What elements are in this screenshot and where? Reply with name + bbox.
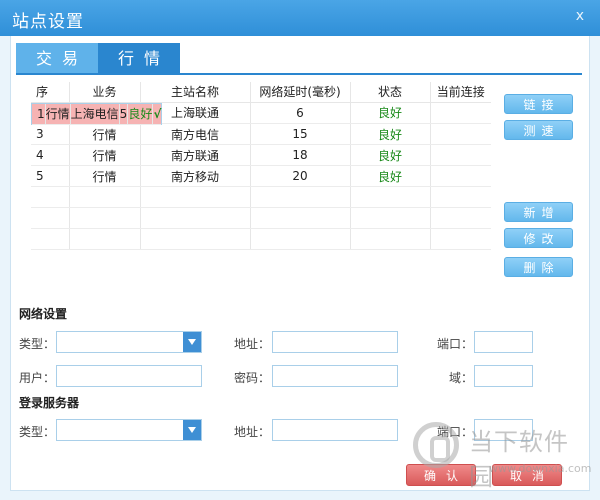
speedtest-button[interactable]: 测速 xyxy=(504,120,573,140)
edit-button[interactable]: 修改 xyxy=(504,228,573,248)
cell-status: 良好 xyxy=(350,123,431,145)
login-address-label: 地址： xyxy=(234,425,271,439)
cell-business: 行情 xyxy=(69,165,141,187)
cell-business: 行情 xyxy=(69,144,141,166)
network-user-label: 用户： xyxy=(19,371,56,385)
cell-current xyxy=(430,144,491,166)
cell-station: 南方联通 xyxy=(140,144,251,166)
network-settings-heading: 网络设置 xyxy=(19,307,68,321)
column-header-current[interactable]: 当前连接 xyxy=(430,82,491,103)
cell-index: 3 xyxy=(31,123,70,145)
cell-business: 行情 xyxy=(69,123,141,145)
cell-current xyxy=(430,165,491,187)
cell-current xyxy=(430,102,491,124)
tab-trade[interactable]: 交易 xyxy=(16,43,98,74)
network-port-input[interactable] xyxy=(474,331,533,353)
add-button[interactable]: 新增 xyxy=(504,202,573,222)
table-row-empty xyxy=(31,186,491,208)
network-type-select[interactable] xyxy=(56,331,202,353)
cell-latency: 5 xyxy=(119,103,129,125)
tab-market[interactable]: 行情 xyxy=(98,43,180,74)
cell-current xyxy=(430,123,491,145)
connect-button[interactable]: 链接 xyxy=(504,94,573,114)
cell-station: 上海电信 xyxy=(70,103,120,125)
chevron-down-icon[interactable] xyxy=(183,332,201,352)
watermark-url: www.downxia.com xyxy=(489,462,592,475)
cell-latency: 15 xyxy=(250,123,351,145)
cell-station: 南方电信 xyxy=(140,123,251,145)
cell-index: 1 xyxy=(32,103,46,125)
tab-bar: 交易 行情 xyxy=(16,43,180,74)
column-header-station[interactable]: 主站名称 xyxy=(140,82,251,103)
table-row[interactable]: 3 行情 南方电信 15 良好 xyxy=(31,123,491,145)
network-user-input[interactable] xyxy=(56,365,202,387)
cell-index: 4 xyxy=(31,144,70,166)
chevron-down-icon[interactable] xyxy=(183,420,201,440)
cell-status: 良好 xyxy=(350,165,431,187)
delete-button[interactable]: 删除 xyxy=(504,257,573,277)
table-row[interactable]: 4 行情 南方联通 18 良好 xyxy=(31,144,491,166)
network-port-label: 端口： xyxy=(437,337,474,351)
cell-business: 行情 xyxy=(45,103,71,125)
station-table: 序 业务 主站名称 网络延时(毫秒) 状态 当前连接 1 行情 上海电信 5 良… xyxy=(31,82,491,250)
column-header-latency[interactable]: 网络延时(毫秒) xyxy=(250,82,351,103)
network-address-input[interactable] xyxy=(272,331,398,353)
network-type-label: 类型： xyxy=(19,337,56,351)
watermark-text: 当下软件园 xyxy=(469,428,569,491)
title-bar: 站点设置 x xyxy=(0,0,600,36)
cell-latency: 20 xyxy=(250,165,351,187)
close-icon[interactable]: x xyxy=(576,8,584,24)
network-domain-input[interactable] xyxy=(474,365,533,387)
cell-index: 5 xyxy=(31,165,70,187)
table-row-empty xyxy=(31,228,491,250)
cell-status: 良好 xyxy=(350,144,431,166)
cell-station: 南方移动 xyxy=(140,165,251,187)
table-row-empty xyxy=(31,207,491,229)
cell-status: 良好 xyxy=(127,103,154,125)
cell-latency: 6 xyxy=(250,102,351,124)
current-connection-check-icon: √ xyxy=(152,103,162,125)
login-address-input[interactable] xyxy=(272,419,398,441)
window-title: 站点设置 xyxy=(12,12,84,32)
table-row[interactable]: 5 行情 南方移动 20 良好 xyxy=(31,165,491,187)
watermark-logo-icon xyxy=(413,422,459,468)
login-server-heading: 登录服务器 xyxy=(19,396,80,410)
network-password-label: 密码： xyxy=(234,371,271,385)
tab-underline xyxy=(16,73,582,75)
column-header-status[interactable]: 状态 xyxy=(350,82,431,103)
column-header-business[interactable]: 业务 xyxy=(69,82,141,103)
watermark: 当下软件园 www.downxia.com xyxy=(413,422,593,491)
login-type-label: 类型： xyxy=(19,425,56,439)
cell-status: 良好 xyxy=(350,102,431,124)
column-header-index[interactable]: 序 xyxy=(31,82,70,103)
network-address-label: 地址： xyxy=(234,337,271,351)
network-password-input[interactable] xyxy=(272,365,398,387)
cell-latency: 18 xyxy=(250,144,351,166)
table-row-selected[interactable]: 1 行情 上海电信 5 良好 √ xyxy=(31,102,163,125)
login-type-select[interactable] xyxy=(56,419,202,441)
network-domain-label: 域： xyxy=(449,371,474,385)
table-header-row: 序 业务 主站名称 网络延时(毫秒) 状态 当前连接 xyxy=(31,82,491,103)
